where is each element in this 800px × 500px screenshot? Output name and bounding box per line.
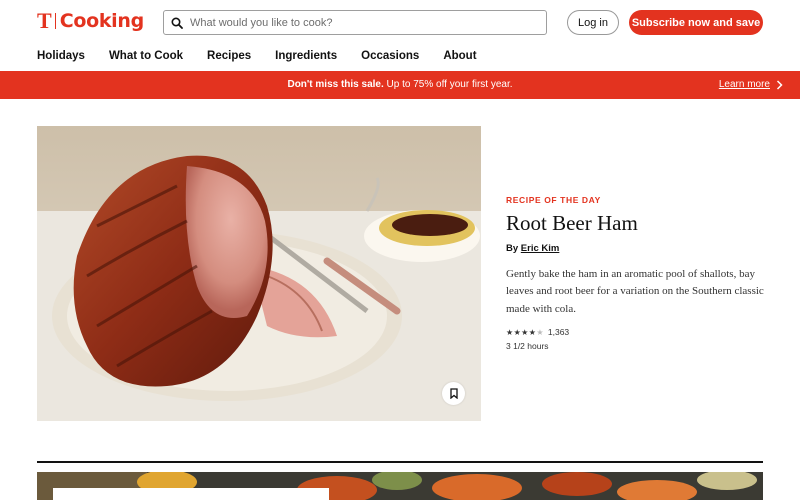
site-header: T Cooking Log in Subscribe now and save [0, 0, 800, 44]
search-icon [164, 11, 190, 34]
recipe-title[interactable]: Root Beer Ham [506, 211, 638, 236]
section-divider [37, 461, 763, 463]
learn-more-link[interactable]: Learn more [719, 71, 783, 99]
author-link[interactable]: Eric Kim [521, 243, 560, 254]
promo-bold-text: Don't miss this sale. [287, 79, 384, 90]
recipe-rating: ★★★★★ 1,363 [506, 327, 569, 337]
cook-time: 3 1/2 hours [506, 341, 549, 351]
login-button[interactable]: Log in [567, 10, 619, 35]
promo-banner: Don't miss this sale. Up to 75% off your… [0, 71, 800, 99]
nyt-cooking-logo[interactable]: T Cooking [37, 8, 145, 33]
main-nav: Holidays What to Cook Recipes Ingredient… [37, 48, 501, 64]
nav-item-what-to-cook[interactable]: What to Cook [109, 48, 183, 64]
promo-text: Up to 75% off your first year. [383, 79, 513, 90]
nav-item-holidays[interactable]: Holidays [37, 48, 85, 64]
recipe-description: Gently bake the ham in an aromatic pool … [506, 268, 764, 315]
nav-item-about[interactable]: About [443, 48, 476, 64]
subscribe-button[interactable]: Subscribe now and save [629, 10, 763, 35]
logo-wordmark: Cooking [59, 10, 145, 32]
promo-message: Don't miss this sale. Up to 75% off your… [0, 71, 800, 99]
rating-count: 1,363 [547, 327, 570, 337]
rating-stars: ★★★★★ [506, 328, 544, 337]
recipe-byline: By Eric Kim [506, 243, 559, 254]
star-icon: ★ [521, 327, 529, 337]
bookmark-icon [449, 388, 458, 399]
nav-item-occasions[interactable]: Occasions [361, 48, 419, 64]
nav-item-ingredients[interactable]: Ingredients [275, 48, 337, 64]
recipe-of-the-day-label: RECIPE OF THE DAY [506, 195, 601, 205]
search-input[interactable] [190, 16, 540, 29]
recipe-hero-image[interactable] [37, 126, 481, 421]
save-recipe-button[interactable] [442, 382, 465, 405]
chevron-right-icon [776, 80, 783, 90]
byline-prefix: By [506, 243, 521, 254]
logo-divider [54, 13, 56, 29]
collection-card [53, 488, 329, 500]
star-icon: ★ [506, 327, 514, 337]
learn-more-label: Learn more [718, 79, 770, 90]
star-empty-icon: ★ [536, 327, 544, 337]
search-bar[interactable] [163, 10, 547, 35]
nav-item-recipes[interactable]: Recipes [207, 48, 251, 64]
nyt-t-logo-icon: T [37, 8, 52, 33]
